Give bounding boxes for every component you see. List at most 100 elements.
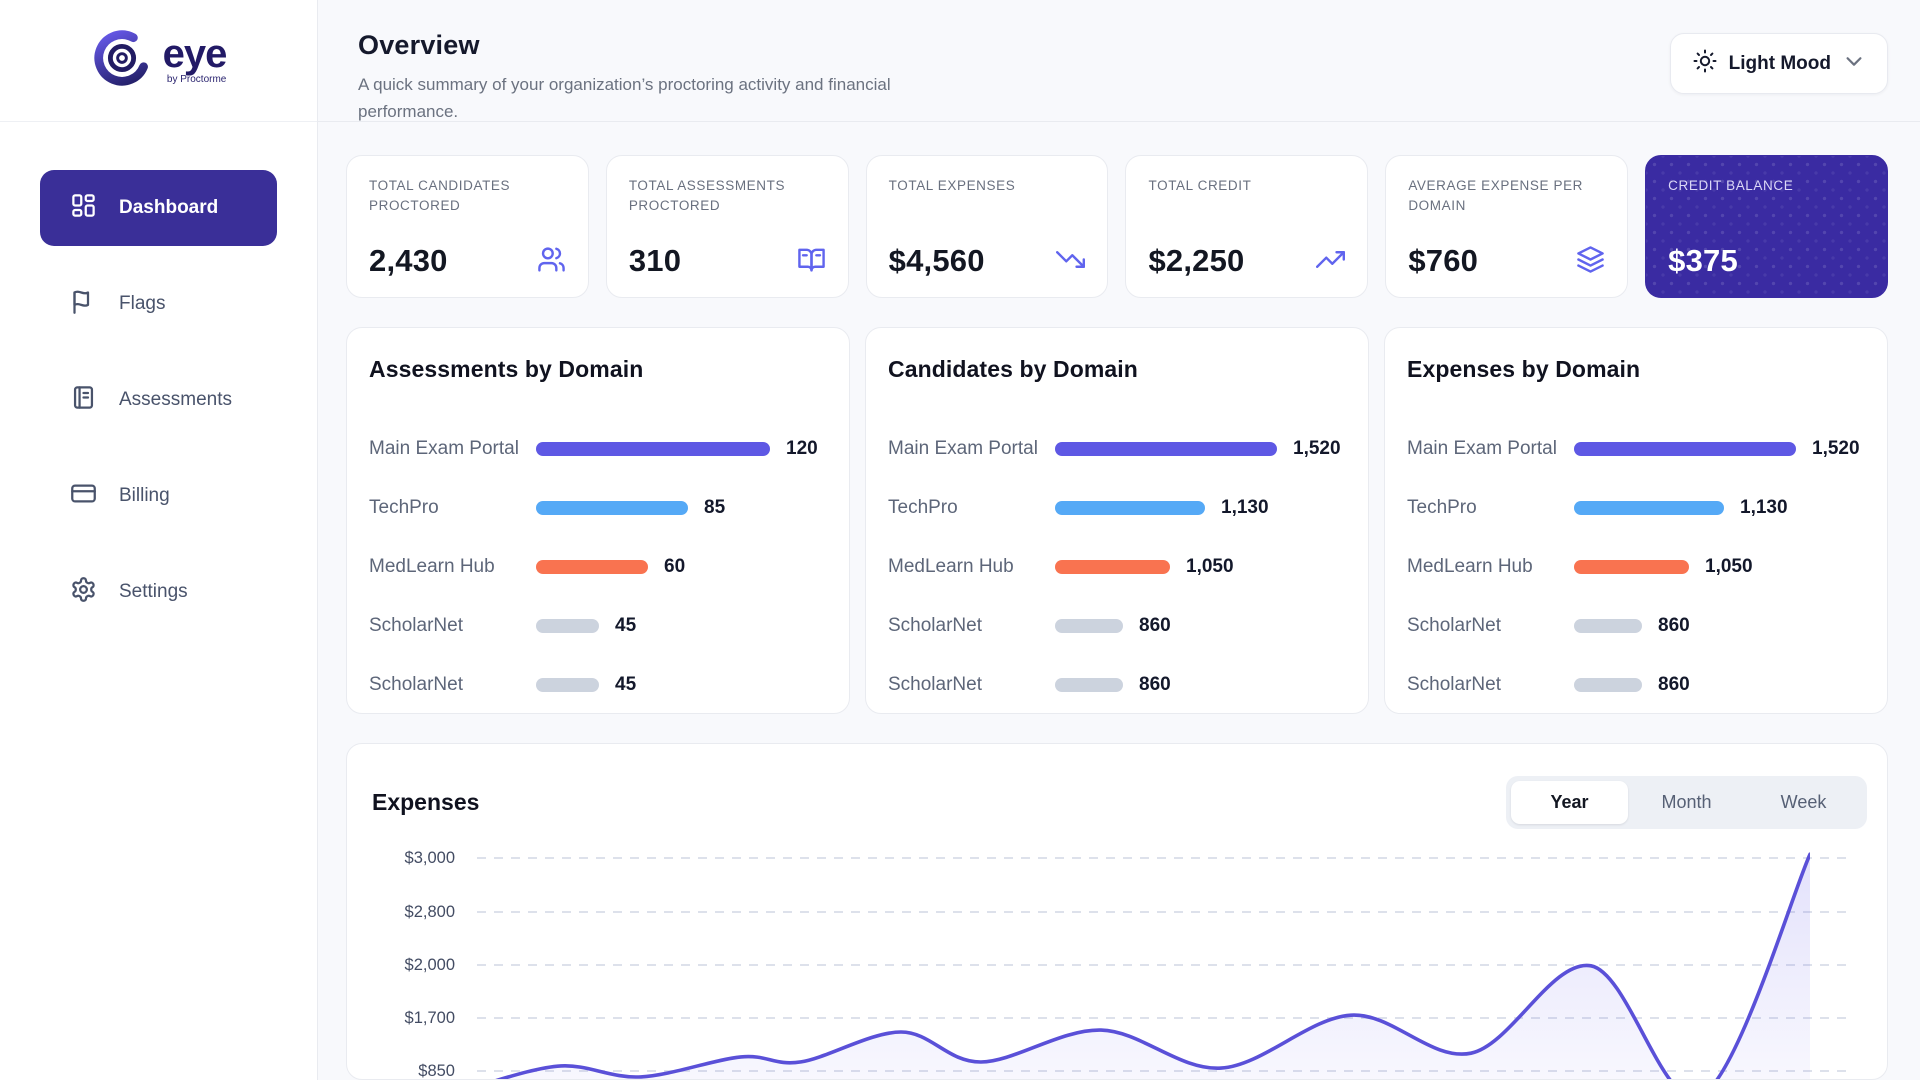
domain-row-label: TechPro: [1407, 497, 1574, 519]
sidebar-item-assessments[interactable]: Assessments: [40, 362, 277, 438]
domain-row: ScholarNet 45: [369, 655, 827, 714]
tab-month[interactable]: Month: [1628, 781, 1745, 824]
y-axis-label: $2,000: [365, 954, 455, 976]
domain-row-label: ScholarNet: [888, 615, 1055, 637]
stat-cards-row: TOTAL CANDIDATES PROCTORED 2,430 TOTAL A…: [346, 155, 1888, 298]
sidebar-item-dashboard[interactable]: Dashboard: [40, 170, 277, 246]
sidebar-item-billing[interactable]: Billing: [40, 458, 277, 534]
domain-bar: [1055, 442, 1277, 456]
domain-row: TechPro 1,130: [888, 478, 1346, 537]
domain-row-value: 860: [1139, 615, 1171, 637]
domain-card-title: Candidates by Domain: [888, 356, 1346, 383]
domain-row: Main Exam Portal 1,520: [888, 419, 1346, 478]
users-icon: [537, 245, 566, 279]
tab-year[interactable]: Year: [1511, 781, 1628, 824]
book-icon: [70, 384, 97, 417]
theme-toggle-button[interactable]: Light Mood: [1670, 33, 1888, 94]
stat-card-label: TOTAL ASSESSMENTS PROCTORED: [629, 176, 826, 217]
domain-row-value: 1,130: [1740, 497, 1788, 519]
stat-card-label: AVERAGE EXPENSE PER DOMAIN: [1408, 176, 1605, 217]
trending-up-icon: [1316, 245, 1345, 279]
domain-row-value: 860: [1139, 674, 1171, 696]
sun-icon: [1693, 49, 1717, 79]
stat-card-value: $375: [1668, 243, 1738, 279]
sidebar-item-settings[interactable]: Settings: [40, 554, 277, 630]
brand-logo: eye by Proctorme: [0, 0, 317, 122]
domain-card: Expenses by Domain Main Exam Portal 1,52…: [1384, 327, 1888, 714]
stat-card: AVERAGE EXPENSE PER DOMAIN $760: [1385, 155, 1628, 298]
y-axis-label: $850: [365, 1060, 455, 1080]
domain-bar: [1574, 501, 1724, 515]
domain-row: Main Exam Portal 120: [369, 419, 827, 478]
domain-row: ScholarNet 860: [888, 596, 1346, 655]
domain-row-label: Main Exam Portal: [888, 438, 1055, 460]
sidebar: eye by Proctorme Dashboard Flags Assessm…: [0, 0, 318, 1080]
domain-row-label: TechPro: [888, 497, 1055, 519]
sidebar-item-label: Billing: [119, 485, 170, 507]
y-axis-label: $2,800: [365, 901, 455, 923]
domain-row: MedLearn Hub 60: [369, 537, 827, 596]
layers-icon: [1576, 245, 1605, 279]
theme-toggle-label: Light Mood: [1729, 53, 1831, 75]
dashboard-icon: [70, 192, 97, 225]
domain-row-value: 85: [704, 497, 725, 519]
domain-bar: [1574, 619, 1642, 633]
expenses-title: Expenses: [372, 789, 479, 816]
domain-card: Candidates by Domain Main Exam Portal 1,…: [865, 327, 1369, 714]
stat-card-value: $760: [1408, 243, 1478, 279]
domain-row-label: MedLearn Hub: [369, 556, 536, 578]
trending-down-icon: [1056, 245, 1085, 279]
stat-card: TOTAL EXPENSES $4,560: [866, 155, 1109, 298]
sidebar-item-label: Flags: [119, 293, 165, 315]
sidebar-item-label: Assessments: [119, 389, 232, 411]
domain-bar: [536, 560, 648, 574]
domain-row: ScholarNet 860: [1407, 655, 1865, 714]
sidebar-item-flags[interactable]: Flags: [40, 266, 277, 342]
domain-row-value: 45: [615, 615, 636, 637]
stat-card: TOTAL CANDIDATES PROCTORED 2,430: [346, 155, 589, 298]
stat-card-value: $2,250: [1148, 243, 1244, 279]
domain-row-value: 860: [1658, 615, 1690, 637]
expenses-line-chart: $3,000$2,800$2,000$1,700$850: [347, 845, 1887, 1080]
domain-row-value: 1,050: [1705, 556, 1753, 578]
tab-week[interactable]: Week: [1745, 781, 1862, 824]
domain-row-value: 45: [615, 674, 636, 696]
domain-row-value: 60: [664, 556, 685, 578]
stat-card-value: 2,430: [369, 243, 448, 279]
domain-bar: [1055, 560, 1170, 574]
brand-wordmark: eye: [163, 36, 227, 72]
domain-row-label: MedLearn Hub: [1407, 556, 1574, 578]
domain-row-label: Main Exam Portal: [1407, 438, 1574, 460]
sidebar-item-label: Dashboard: [119, 197, 218, 219]
domain-row-value: 120: [786, 438, 818, 460]
domain-bar: [1055, 619, 1123, 633]
domain-row-label: Main Exam Portal: [369, 438, 536, 460]
domain-card-title: Assessments by Domain: [369, 356, 827, 383]
domain-charts-row: Assessments by Domain Main Exam Portal 1…: [346, 327, 1888, 714]
domain-bar: [536, 501, 688, 515]
domain-row-label: MedLearn Hub: [888, 556, 1055, 578]
range-tabs: YearMonthWeek: [1506, 776, 1867, 829]
domain-row: TechPro 85: [369, 478, 827, 537]
book-open-icon: [797, 245, 826, 279]
gear-icon: [70, 576, 97, 609]
domain-row-value: 1,130: [1221, 497, 1269, 519]
domain-row: ScholarNet 45: [369, 596, 827, 655]
domain-row-value: 1,520: [1812, 438, 1860, 460]
stat-card: CREDIT BALANCE $375: [1645, 155, 1888, 298]
domain-bar: [1574, 560, 1689, 574]
domain-bar: [536, 678, 599, 692]
domain-row: Main Exam Portal 1,520: [1407, 419, 1865, 478]
sidebar-nav: Dashboard Flags Assessments Billing Sett…: [0, 122, 317, 630]
domain-bar: [1055, 678, 1123, 692]
stat-card-label: TOTAL CANDIDATES PROCTORED: [369, 176, 566, 217]
brand-byline: by Proctorme: [167, 74, 226, 85]
domain-row-label: ScholarNet: [1407, 615, 1574, 637]
credit-card-icon: [70, 480, 97, 513]
domain-row-label: ScholarNet: [369, 674, 536, 696]
stat-card: TOTAL ASSESSMENTS PROCTORED 310: [606, 155, 849, 298]
domain-row-label: TechPro: [369, 497, 536, 519]
y-axis-label: $3,000: [365, 847, 455, 869]
eye-logo-icon: [91, 27, 153, 94]
flag-icon: [70, 288, 97, 321]
